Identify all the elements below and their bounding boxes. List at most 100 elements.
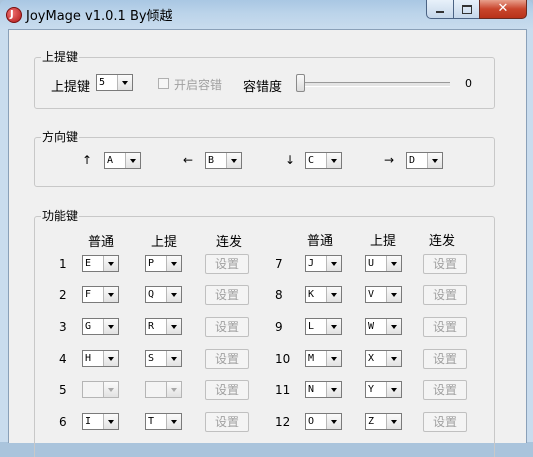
lift-key-select[interactable]: R	[145, 318, 182, 335]
header-lift-left: 上提	[151, 235, 178, 250]
normal-key-select[interactable]: J	[305, 255, 342, 272]
chevron-down-icon	[125, 153, 140, 168]
chevron-down-icon	[386, 256, 401, 271]
repeat-set-button[interactable]: 设置	[423, 285, 467, 305]
arrow-down-icon: ↓	[285, 153, 296, 167]
direction-up-select[interactable]: A	[104, 152, 141, 169]
chevron-down-icon	[166, 414, 181, 429]
close-button[interactable]: ✕	[479, 0, 527, 19]
chevron-down-icon	[117, 75, 132, 90]
repeat-set-button[interactable]: 设置	[205, 254, 249, 274]
normal-key-select[interactable]: K	[305, 286, 342, 303]
arrow-left-icon: ←	[183, 153, 194, 167]
lift-key-select[interactable]: S	[145, 350, 182, 367]
chevron-down-icon	[427, 153, 442, 168]
minimize-icon	[436, 11, 444, 13]
lift-key-select[interactable]: 5	[96, 74, 133, 91]
function-row-number: 3	[59, 320, 67, 334]
lift-key-select[interactable]: P	[145, 255, 182, 272]
direction-group-title: 方向键	[41, 130, 80, 144]
lift-key-value: 5	[99, 77, 106, 88]
normal-key-select[interactable]	[82, 381, 119, 398]
lift-key-label: 上提键	[51, 80, 91, 95]
direction-down-select[interactable]: C	[305, 152, 342, 169]
title-bar[interactable]: J JoyMage v1.0.1 By倾越 ✕	[0, 0, 533, 28]
window-title: JoyMage v1.0.1 By倾越	[26, 9, 173, 24]
repeat-set-button[interactable]: 设置	[423, 412, 467, 432]
normal-key-select-value: K	[308, 289, 315, 300]
chevron-down-icon	[103, 319, 118, 334]
lift-key-select[interactable]: T	[145, 413, 182, 430]
chevron-down-icon	[103, 287, 118, 302]
normal-key-select[interactable]: F	[82, 286, 119, 303]
normal-key-select[interactable]: L	[305, 318, 342, 335]
direction-up-value: A	[107, 155, 114, 166]
repeat-set-button[interactable]: 设置	[423, 349, 467, 369]
function-row-number: 6	[59, 415, 67, 429]
direction-left-select[interactable]: B	[205, 152, 242, 169]
repeat-set-button[interactable]: 设置	[205, 285, 249, 305]
lift-key-select[interactable]: Z	[365, 413, 402, 430]
chevron-down-icon	[386, 382, 401, 397]
chevron-down-icon	[166, 382, 181, 397]
direction-right-select[interactable]: D	[406, 152, 443, 169]
lift-key-select-value: T	[148, 416, 155, 427]
function-group-title: 功能键	[41, 209, 80, 223]
chevron-down-icon	[103, 414, 118, 429]
lift-key-select[interactable]: Q	[145, 286, 182, 303]
repeat-set-button[interactable]: 设置	[423, 380, 467, 400]
chevron-down-icon	[166, 319, 181, 334]
header-normal-left: 普通	[88, 235, 115, 250]
header-repeat-right: 连发	[429, 234, 456, 249]
lift-key-select-value: S	[148, 353, 155, 364]
lift-key-select[interactable]: Y	[365, 381, 402, 398]
lift-key-select[interactable]: X	[365, 350, 402, 367]
lift-key-select[interactable]: V	[365, 286, 402, 303]
normal-key-select-value: L	[308, 321, 315, 332]
repeat-set-button[interactable]: 设置	[423, 254, 467, 274]
normal-key-select[interactable]: I	[82, 413, 119, 430]
repeat-set-button[interactable]: 设置	[205, 412, 249, 432]
normal-key-select-value: J	[308, 258, 315, 269]
normal-key-select[interactable]: H	[82, 350, 119, 367]
direction-right-value: D	[409, 155, 416, 166]
repeat-set-button[interactable]: 设置	[423, 317, 467, 337]
lift-key-select-value: P	[148, 258, 155, 269]
normal-key-select[interactable]: O	[305, 413, 342, 430]
normal-key-select[interactable]: E	[82, 255, 119, 272]
chevron-down-icon	[166, 256, 181, 271]
minimize-button[interactable]	[426, 0, 454, 19]
tolerance-slider-thumb[interactable]	[296, 74, 305, 92]
tolerance-slider-track[interactable]	[300, 82, 450, 87]
normal-key-select-value: N	[308, 384, 315, 395]
header-lift-right: 上提	[370, 234, 397, 249]
repeat-set-button[interactable]: 设置	[205, 317, 249, 337]
repeat-set-button[interactable]: 设置	[205, 349, 249, 369]
normal-key-select-value: M	[308, 353, 315, 364]
function-row-number: 9	[275, 320, 283, 334]
lift-key-select[interactable]	[145, 381, 182, 398]
maximize-button[interactable]	[453, 0, 480, 19]
lift-key-select-value: R	[148, 321, 155, 332]
repeat-set-button[interactable]: 设置	[205, 380, 249, 400]
app-icon[interactable]: J	[6, 7, 22, 23]
normal-key-select-value: E	[85, 258, 92, 269]
chevron-down-icon	[386, 287, 401, 302]
function-row-number: 2	[59, 288, 67, 302]
normal-key-select[interactable]: M	[305, 350, 342, 367]
normal-key-select[interactable]: N	[305, 381, 342, 398]
client-area: 上提键 上提键 5 开启容错 容错度 0 方向键 ↑ A ← B ↓ C → D	[8, 29, 527, 457]
chevron-down-icon	[326, 319, 341, 334]
app-window: J JoyMage v1.0.1 By倾越 ✕ 上提键 上提键 5 开启容错 容…	[0, 0, 533, 457]
lift-key-select[interactable]: W	[365, 318, 402, 335]
lift-key-select-value: Z	[368, 416, 375, 427]
tolerance-checkbox[interactable]	[158, 78, 169, 89]
chevron-down-icon	[326, 351, 341, 366]
normal-key-select[interactable]: G	[82, 318, 119, 335]
chevron-down-icon	[103, 256, 118, 271]
normal-key-select-value: H	[85, 353, 92, 364]
maximize-icon	[461, 4, 472, 14]
chevron-down-icon	[103, 382, 118, 397]
function-row-number: 7	[275, 257, 283, 271]
lift-key-select[interactable]: U	[365, 255, 402, 272]
